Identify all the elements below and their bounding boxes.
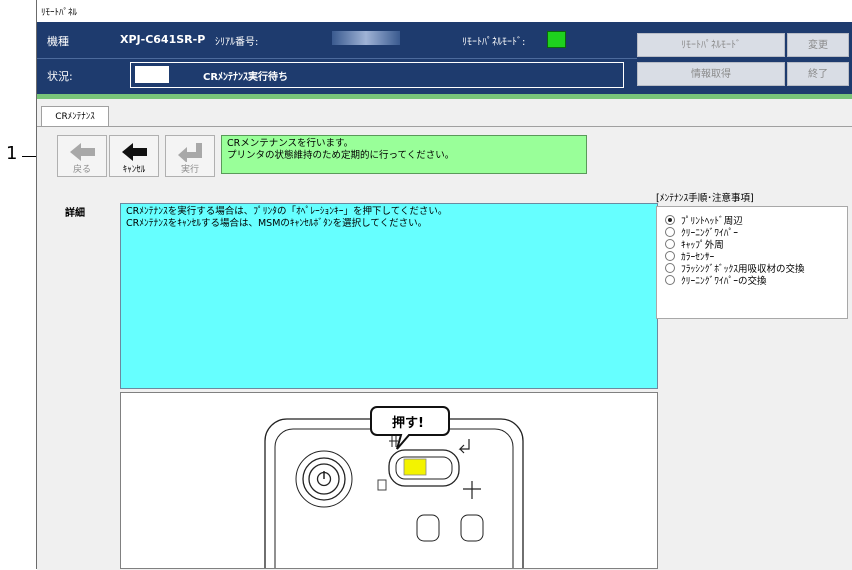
detail-text-box: CRﾒﾝﾃﾅﾝｽを実行する場合は、ﾌﾟﾘﾝﾀの「ｵﾍﾟﾚｰｼｮﾝｷｰ」を押下して… [120,203,658,389]
radio-flushing-box-absorber[interactable]: ﾌﾗｯｼﾝｸﾞﾎﾞｯｸｽ用吸収材の交換 [665,263,805,275]
model-label: 機種 [47,35,69,48]
detail-line-1: CRﾒﾝﾃﾅﾝｽを実行する場合は、ﾌﾟﾘﾝﾀの「ｵﾍﾟﾚｰｼｮﾝｷｰ」を押下して… [126,206,448,217]
radio-label: ﾌﾟﾘﾝﾄﾍｯﾄﾞ周辺 [681,216,743,227]
radio-cap-outer[interactable]: ｷｬｯﾌﾟ外周 [665,239,724,251]
message-line-1: CRメンテナンスを行います。 [227,138,354,149]
radio-cleaning-wiper[interactable]: ｸﾘｰﾆﾝｸﾞﾜｲﾊﾟｰ [665,227,738,239]
get-info-button[interactable]: 情報取得 [637,62,785,86]
press-bubble-text: 押す! [392,416,424,431]
remote-mode-label: ﾘﾓｰﾄﾊﾟﾈﾙﾓｰﾄﾞ: [462,37,526,48]
title-bar: ﾘﾓｰﾄﾊﾟﾈﾙ [37,0,852,23]
radio-icon [665,275,675,285]
radio-label: ｸﾘｰﾆﾝｸﾞﾜｲﾊﾟｰの交換 [681,276,767,287]
remote-panel-mode-button[interactable]: ﾘﾓｰﾄﾊﾟﾈﾙﾓｰﾄﾞ [637,33,785,57]
message-line-2: プリンタの状態維持のため定期的に行ってください。 [227,150,455,161]
detail-label: 詳細 [65,208,85,219]
remote-mode-indicator [547,31,566,48]
callout-number: 1 [6,143,18,164]
status-color-indicator [135,66,169,83]
status-value: CRﾒﾝﾃﾅﾝｽ実行待ち [203,72,289,83]
radio-label: ｶﾗｰｾﾝｻｰ [681,252,715,263]
serial-label: ｼﾘｱﾙ番号: [215,37,259,48]
serial-value-redacted [332,31,400,45]
back-button[interactable]: 戻る [57,135,107,177]
operation-panel-illustration [264,406,524,568]
radio-icon [665,239,675,249]
radio-color-sensor[interactable]: ｶﾗｰｾﾝｻｰ [665,251,714,263]
procedure-label: [ﾒﾝﾃﾅﾝｽ手順･注意事項] [656,193,754,204]
header-accent-line [37,94,852,99]
radio-icon [665,227,675,237]
status-box: CRﾒﾝﾃﾅﾝｽ実行待ち [130,62,624,88]
message-box: CRメンテナンスを行います。 プリンタの状態維持のため定期的に行ってください。 [221,135,587,174]
change-button[interactable]: 変更 [787,33,849,57]
exit-button[interactable]: 終了 [787,62,849,86]
arrow-left-icon [70,143,95,161]
back-label: 戻る [72,165,91,175]
header-separator [37,58,637,59]
radio-label: ﾌﾗｯｼﾝｸﾞﾎﾞｯｸｽ用吸収材の交換 [681,264,805,275]
tab-cr-maintenance[interactable]: CRﾒﾝﾃﾅﾝｽ [41,106,109,127]
cancel-button[interactable]: ｷｬﾝｾﾙ [109,135,159,177]
illustration-panel: 押す! [120,392,658,569]
arrow-left-icon [122,143,147,161]
radio-selected-icon [665,215,675,225]
radio-icon [665,251,675,261]
app-window: ﾘﾓｰﾄﾊﾟﾈﾙ 機種 XPJ-C641SR-P ｼﾘｱﾙ番号: ﾘﾓｰﾄﾊﾟﾈ… [36,0,852,570]
radio-cleaning-wiper-replace[interactable]: ｸﾘｰﾆﾝｸﾞﾜｲﾊﾟｰの交換 [665,275,767,287]
radio-label: ｸﾘｰﾆﾝｸﾞﾜｲﾊﾟｰ [681,228,739,239]
radio-label: ｷｬｯﾌﾟ外周 [681,240,724,251]
radio-printhead-area[interactable]: ﾌﾟﾘﾝﾄﾍｯﾄﾞ周辺 [665,215,743,227]
detail-line-2: CRﾒﾝﾃﾅﾝｽをｷｬﾝｾﾙする場合は、MSMのｷｬﾝｾﾙﾎﾞﾀﾝを選択してくだ… [126,218,428,229]
window-title: ﾘﾓｰﾄﾊﾟﾈﾙ [41,8,78,18]
execute-button[interactable]: 実行 [165,135,215,177]
status-label: 状況: [47,70,73,83]
header-panel: 機種 XPJ-C641SR-P ｼﾘｱﾙ番号: ﾘﾓｰﾄﾊﾟﾈﾙﾓｰﾄﾞ: 状況… [37,22,852,94]
cancel-label: ｷｬﾝｾﾙ [122,165,146,175]
radio-icon [665,263,675,273]
procedure-radio-group: ﾌﾟﾘﾝﾄﾍｯﾄﾞ周辺 ｸﾘｰﾆﾝｸﾞﾜｲﾊﾟｰ ｷｬｯﾌﾟ外周 ｶﾗｰｾﾝｻｰ… [656,206,848,319]
execute-label: 実行 [180,165,199,175]
return-arrow-icon [178,143,202,162]
model-value: XPJ-C641SR-P [120,33,206,46]
